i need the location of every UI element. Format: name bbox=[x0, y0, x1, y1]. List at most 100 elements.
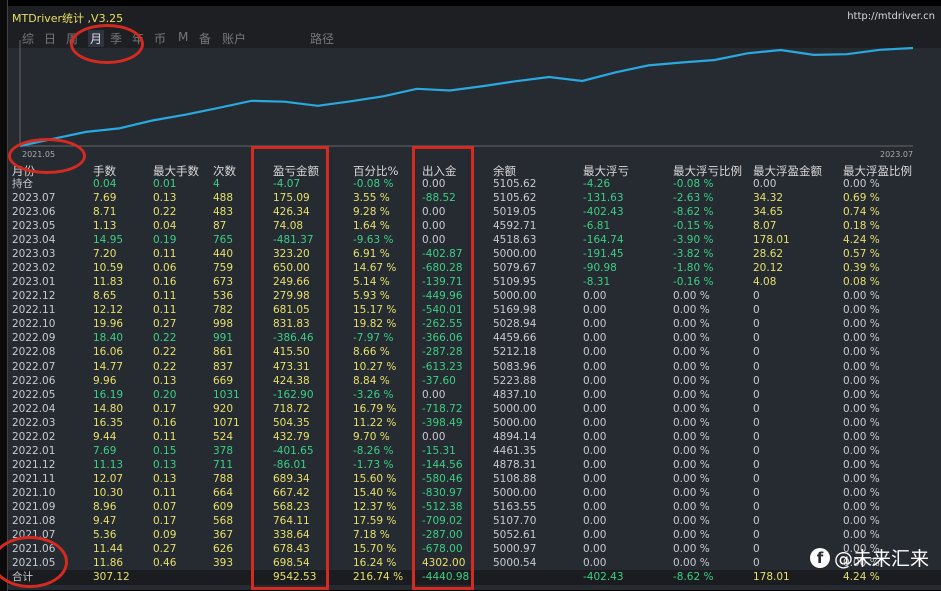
cell-max-float-profit: 28.62 bbox=[753, 248, 784, 261]
cell-max-lots: 0.11 bbox=[153, 290, 177, 303]
cell-max-float-profit: 0.00 bbox=[753, 178, 777, 190]
cell-max-drawdown: -6.81 bbox=[583, 220, 611, 233]
cell-max-drawdown-pct: -0.08 % bbox=[673, 178, 714, 190]
cell-balance: 5105.62 bbox=[493, 192, 537, 205]
cell-max-float-profit-pct: 0.00 % bbox=[843, 374, 880, 387]
tab-5[interactable]: 年 bbox=[132, 30, 144, 47]
cell-lots: 14.77 bbox=[93, 360, 124, 373]
cell-month: 2022.06 bbox=[12, 374, 56, 387]
cell-max-drawdown-pct: 0.00 % bbox=[673, 486, 710, 499]
cell-max-drawdown-pct: 最大浮亏比例 bbox=[673, 164, 742, 178]
cell-deposit-withdraw: -402.87 bbox=[422, 248, 463, 261]
cell-max-lots: 0.20 bbox=[153, 388, 177, 401]
cell-max-drawdown-pct: 0.00 % bbox=[673, 290, 710, 303]
table-row: 2021.08 9.47 0.17 568 764.11 17.59 % -709.02 51… bbox=[8, 514, 941, 528]
table-row: 2022.02 9.44 0.11 524 432.79 9.70 % 0.00 4894.1… bbox=[8, 430, 941, 444]
cell-balance: 4894.14 bbox=[493, 430, 537, 443]
cell-max-float-profit-pct: 0.57 % bbox=[843, 248, 880, 261]
cell-max-drawdown: -90.98 bbox=[583, 262, 617, 275]
cell-lots: 11.44 bbox=[93, 543, 124, 556]
cell-max-lots: 0.19 bbox=[153, 234, 177, 247]
website-link[interactable]: http://mtdriver.cn bbox=[847, 11, 935, 22]
cell-profit: 175.09 bbox=[273, 192, 310, 205]
cell-trades: 536 bbox=[213, 290, 234, 303]
cell-max-drawdown: 最大浮亏 bbox=[583, 164, 629, 178]
cell-max-float-profit: 0 bbox=[753, 374, 760, 387]
table-row: 2022.07 14.77 0.22 837 473.31 10.27 % -613.23 5… bbox=[8, 360, 941, 374]
cell-trades: 788 bbox=[213, 472, 234, 485]
cell-lots: 10.30 bbox=[93, 486, 124, 499]
cell-balance: 5169.98 bbox=[493, 304, 537, 317]
cell-percent: -1.73 % bbox=[353, 458, 394, 471]
cell-month: 2023.06 bbox=[12, 206, 56, 219]
table-header: 月份 手数 最大手数 次数 盈亏金额 百分比% 出入金 余额 最大浮亏 最大浮亏比例 最大浮盈金额 最… bbox=[8, 164, 941, 178]
cell-deposit-withdraw: -366.06 bbox=[422, 332, 463, 345]
cell-deposit-withdraw: -4440.98 bbox=[422, 571, 470, 583]
cell-profit: 338.64 bbox=[273, 529, 310, 541]
table-row: 2023.03 7.20 0.11 440 323.20 6.91 % -402.87 500… bbox=[8, 247, 941, 261]
cell-profit: 698.54 bbox=[273, 557, 310, 570]
cell-percent: 5.14 % bbox=[353, 276, 390, 289]
table-row: 2021.12 11.13 0.13 711 -86.01 -1.73 % -144.56 4… bbox=[8, 458, 941, 472]
cell-balance: 5000.54 bbox=[493, 557, 537, 570]
cell-month: 月份 bbox=[12, 164, 35, 178]
cell-trades: 861 bbox=[213, 346, 234, 359]
cell-max-float-profit-pct: 4.24 % bbox=[843, 234, 880, 247]
cell-max-lots: 0.06 bbox=[153, 262, 177, 275]
cell-max-lots: 最大手数 bbox=[153, 164, 199, 178]
cell-deposit-withdraw: 出入金 bbox=[422, 164, 457, 178]
cell-percent: 14.67 % bbox=[353, 262, 397, 275]
cell-max-drawdown: 0.00 bbox=[583, 486, 607, 499]
cell-month: 2021.12 bbox=[12, 458, 56, 471]
cell-max-drawdown-pct: 0.00 % bbox=[673, 360, 710, 373]
cell-month: 2022.03 bbox=[12, 416, 56, 429]
cell-max-drawdown-pct: 0.00 % bbox=[673, 472, 710, 485]
cell-balance: 5052.61 bbox=[493, 529, 537, 541]
tab-3[interactable]: 月 bbox=[88, 30, 105, 47]
cell-max-lots: 0.22 bbox=[153, 346, 177, 359]
tab-8[interactable]: 备 bbox=[199, 30, 211, 47]
cell-max-lots: 0.13 bbox=[153, 192, 177, 205]
tab-7[interactable]: M bbox=[178, 30, 188, 44]
cell-balance: 4459.66 bbox=[493, 332, 537, 345]
cell-max-float-profit-pct: 0.00 % bbox=[843, 529, 880, 541]
cell-profit: 432.79 bbox=[273, 430, 310, 443]
cell-max-drawdown-pct: -8.62 % bbox=[673, 206, 714, 219]
cell-lots: 0.04 bbox=[93, 178, 117, 190]
cell-profit: 568.23 bbox=[273, 500, 310, 513]
cell-max-drawdown-pct: 0.00 % bbox=[673, 318, 710, 331]
tab-2[interactable]: 周 bbox=[66, 30, 78, 47]
tab-9[interactable]: 账户 bbox=[222, 30, 246, 47]
cell-profit: 9542.53 bbox=[273, 571, 317, 583]
cell-deposit-withdraw: -139.71 bbox=[422, 276, 463, 289]
cell-max-drawdown-pct: 0.00 % bbox=[673, 529, 710, 541]
cell-max-drawdown: -8.31 bbox=[583, 276, 611, 289]
cell-balance: 5109.95 bbox=[493, 276, 537, 289]
cell-trades: 367 bbox=[213, 529, 234, 541]
tab-1[interactable]: 日 bbox=[44, 30, 56, 47]
cell-profit: -86.01 bbox=[273, 458, 307, 471]
cell-max-float-profit: 0 bbox=[753, 529, 760, 541]
cell-max-drawdown: 0.00 bbox=[583, 304, 607, 317]
cell-profit: 678.43 bbox=[273, 543, 310, 556]
table-row: 2022.04 14.80 0.17 920 718.72 16.79 % -718.72 5… bbox=[8, 402, 941, 416]
cell-balance: 5107.70 bbox=[493, 514, 537, 527]
cell-month: 2023.07 bbox=[12, 192, 56, 205]
cell-max-float-profit-pct: 0.00 % bbox=[843, 178, 880, 190]
cell-deposit-withdraw: 0.00 bbox=[422, 234, 446, 247]
cell-profit: 667.42 bbox=[273, 486, 310, 499]
tab-4[interactable]: 季 bbox=[110, 30, 122, 47]
cell-max-float-profit-pct: 0.00 % bbox=[843, 430, 880, 443]
cell-trades: 488 bbox=[213, 192, 234, 205]
cell-balance: 5000.00 bbox=[493, 248, 537, 261]
cell-max-drawdown: -4.26 bbox=[583, 178, 611, 190]
tab-10[interactable]: 路径 bbox=[310, 30, 334, 47]
table-row: 2021.05 11.86 0.46 393 698.54 16.24 % 4302.00 5… bbox=[8, 556, 941, 570]
cell-trades: 609 bbox=[213, 500, 234, 513]
table-row: 2022.03 16.35 0.16 1071 504.35 11.22 % -398.49… bbox=[8, 416, 941, 430]
tab-0[interactable]: 综 bbox=[22, 30, 34, 47]
cell-max-float-profit-pct: 0.08 % bbox=[843, 276, 880, 289]
cell-max-float-profit: 最大浮盈金额 bbox=[753, 164, 822, 178]
cell-max-drawdown: 0.00 bbox=[583, 332, 607, 345]
tab-6[interactable]: 币 bbox=[154, 30, 166, 47]
